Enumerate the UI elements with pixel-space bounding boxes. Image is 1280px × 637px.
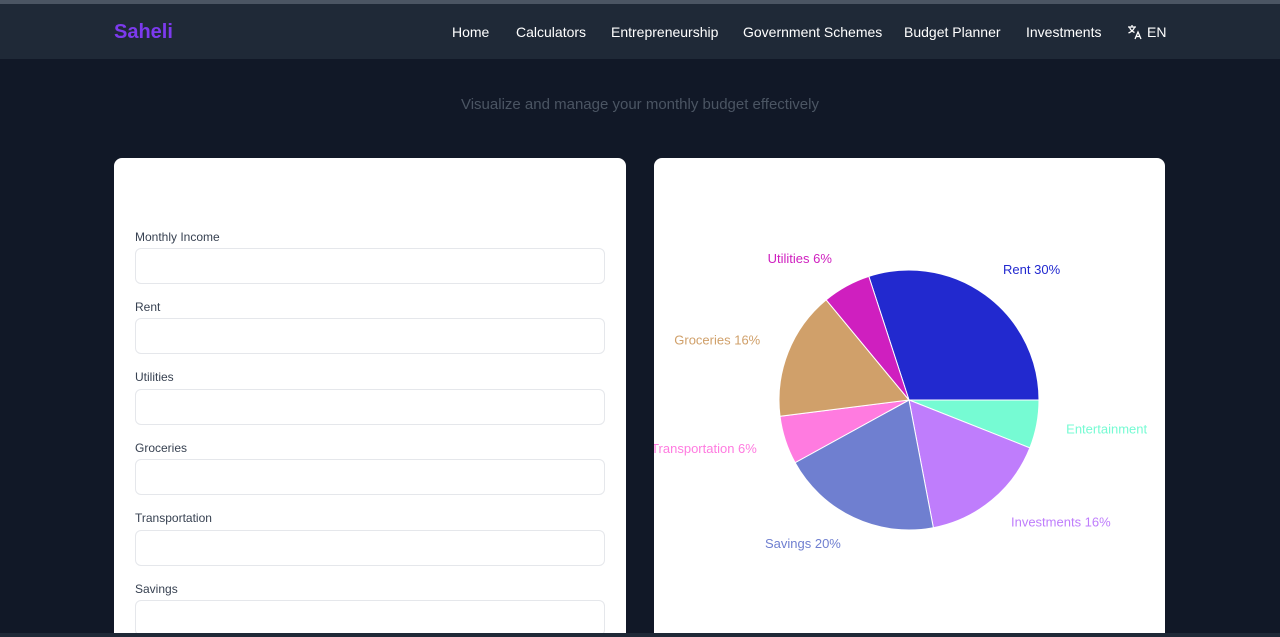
taskbar-strip <box>0 633 1280 637</box>
budget-form-card: Monthly Income Rent Utilities Groceries … <box>114 158 626 637</box>
language-switcher[interactable]: EN <box>1127 24 1166 40</box>
budget-pie-chart: Rent 30% Entertainment Investments 16% Savi… <box>654 251 1147 551</box>
pie-label-entertainment: Entertainment <box>1066 421 1147 436</box>
nav-government-schemes[interactable]: Government Schemes <box>743 24 882 40</box>
savings-input[interactable] <box>135 600 605 636</box>
pie-label-transportation: Transportation 6% <box>654 441 757 456</box>
nav-home[interactable]: Home <box>452 24 489 40</box>
pie-label-groceries: Groceries 16% <box>674 333 760 348</box>
groceries-input[interactable] <box>135 459 605 495</box>
transportation-input[interactable] <box>135 530 605 566</box>
utilities-label: Utilities <box>135 370 174 384</box>
nav-budget-planner[interactable]: Budget Planner <box>904 24 1001 40</box>
utilities-input[interactable] <box>135 389 605 425</box>
pie-label-utilities: Utilities 6% <box>768 251 833 266</box>
nav-investments[interactable]: Investments <box>1026 24 1101 40</box>
translate-icon <box>1128 25 1142 40</box>
monthly-income-input[interactable] <box>135 248 605 284</box>
pie-label-rent: Rent 30% <box>1003 262 1061 277</box>
language-label: EN <box>1147 24 1167 40</box>
pie-label-investments: Investments 16% <box>1011 515 1111 530</box>
brand-logo[interactable]: Saheli <box>114 21 173 44</box>
budget-chart-card: Rent 30% Entertainment Investments 16% Savi… <box>654 158 1165 637</box>
page-subtitle: Visualize and manage your monthly budget… <box>460 96 819 113</box>
rent-label: Rent <box>135 300 161 314</box>
navbar: Saheli Home Calculators Entrepreneurship… <box>0 4 1280 59</box>
nav-entrepreneurship[interactable]: Entrepreneurship <box>611 24 718 40</box>
pie-label-savings: Savings 20% <box>765 536 841 551</box>
transportation-label: Transportation <box>135 511 212 525</box>
rent-input[interactable] <box>135 318 605 354</box>
monthly-income-label: Monthly Income <box>135 230 220 244</box>
groceries-label: Groceries <box>135 441 188 455</box>
savings-label: Savings <box>135 582 178 596</box>
nav-calculators[interactable]: Calculators <box>516 24 586 40</box>
